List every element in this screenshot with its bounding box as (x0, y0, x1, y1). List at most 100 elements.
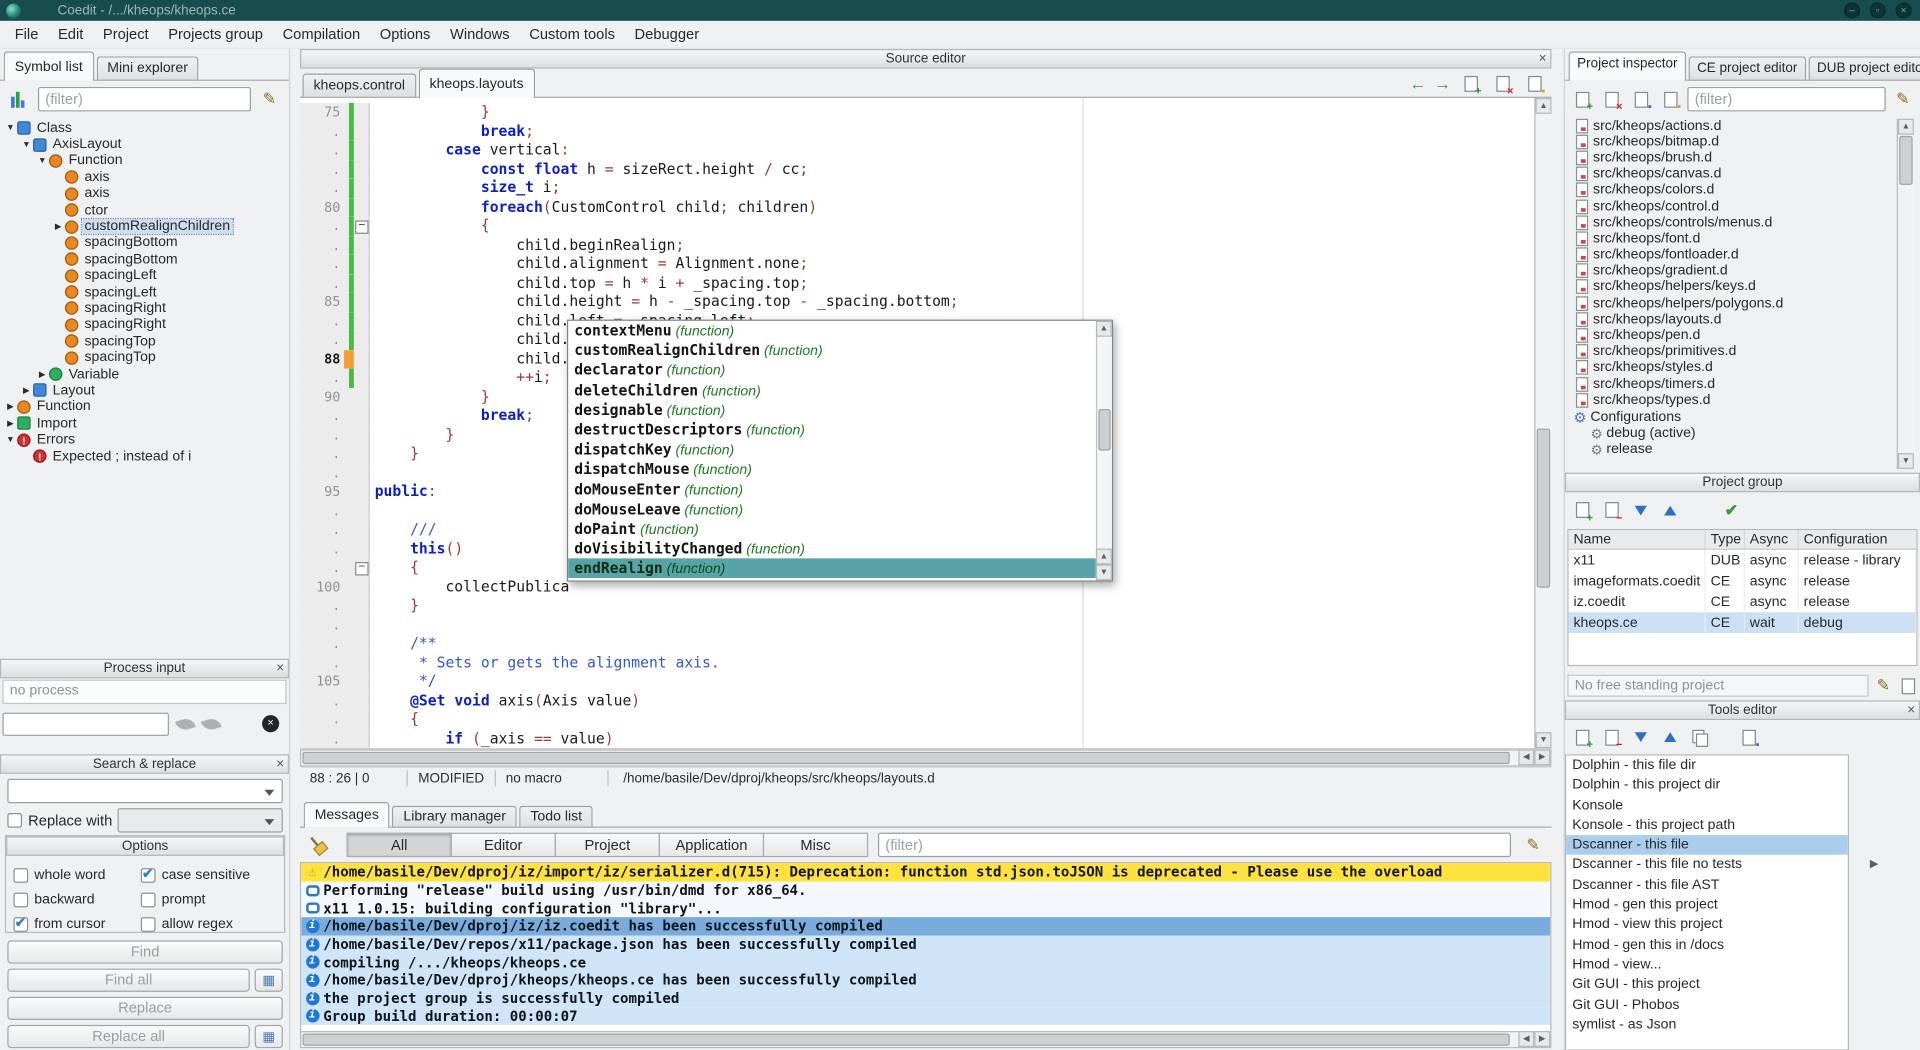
scroll-up-icon[interactable]: ▲ (1536, 98, 1552, 114)
editor-line[interactable]: . break; (300, 122, 1534, 141)
completion-item-customrealignchildren[interactable]: customRealignChildren (function) (568, 341, 1096, 361)
completion-item-dispatchkey[interactable]: dispatchKey (function) (568, 440, 1096, 460)
symbol-item-errors[interactable]: ▼!Errors (0, 432, 289, 448)
project-file-src-kheops-types-d[interactable]: src/kheops/types.d (1565, 392, 1920, 408)
move-tool-up-icon[interactable] (1658, 725, 1682, 749)
update-inspector-icon[interactable] (1891, 87, 1915, 111)
messages-filter-input[interactable] (878, 833, 1511, 857)
run-tool-icon[interactable] (1865, 855, 1883, 873)
editor-line[interactable]: . (300, 615, 1534, 634)
tab-ce-project-editor[interactable]: CE project editor (1688, 56, 1805, 80)
menu-debugger[interactable]: Debugger (625, 22, 709, 46)
project-row-iz-coedit[interactable]: iz.coeditCEasyncrelease (1569, 591, 1917, 612)
project-file-src-kheops-actions-d[interactable]: src/kheops/actions.d (1565, 118, 1920, 134)
project-file-src-kheops-helpers-polygons-d[interactable]: src/kheops/helpers/polygons.d (1565, 295, 1920, 311)
symbol-item-spacingleft[interactable]: spacingLeft (0, 268, 289, 284)
project-file-src-kheops-primitives-d[interactable]: src/kheops/primitives.d (1565, 344, 1920, 360)
checkbox-backward[interactable] (13, 893, 28, 908)
completion-item-dopaint[interactable]: doPaint (function) (568, 519, 1096, 539)
refresh-symbols-icon[interactable] (257, 87, 281, 111)
editor-line[interactable]: . size_t i; (300, 179, 1534, 198)
horizontal-splitter[interactable] (300, 789, 1551, 801)
symbol-filter-input[interactable] (38, 87, 251, 111)
fold-collapse-icon[interactable] (354, 217, 369, 236)
add-tool-icon[interactable] (1570, 725, 1594, 749)
new-document-icon[interactable] (1458, 71, 1482, 95)
filter-button-application[interactable]: Application (659, 833, 764, 857)
checkbox-prompt[interactable] (141, 893, 156, 908)
completion-item-endrealign[interactable]: endRealign (function) (568, 559, 1096, 579)
filter-button-editor[interactable]: Editor (451, 833, 556, 857)
scroll-down-icon[interactable]: ▼ (1536, 732, 1552, 748)
message-row[interactable]: /home/basile/Dev/repos/x11/package.json … (301, 935, 1550, 953)
tool-item-dolphin-this-file-dir[interactable]: Dolphin - this file dir (1566, 756, 1848, 776)
project-file-src-kheops-colors-d[interactable]: src/kheops/colors.d (1565, 182, 1920, 198)
scroll-thumb[interactable] (302, 1033, 1509, 1045)
kill-process-icon[interactable] (262, 715, 279, 732)
option-backward[interactable]: backward (13, 888, 105, 912)
scroll-thumb[interactable] (1098, 409, 1110, 451)
tool-item-dscanner-this-file[interactable]: Dscanner - this file (1566, 835, 1848, 855)
send-input-icon[interactable] (175, 716, 196, 732)
completion-item-declarator[interactable]: declarator (function) (568, 360, 1096, 380)
message-row[interactable]: Performing "release" build using /usr/bi… (301, 881, 1550, 899)
configuration-debug-active[interactable]: debug (active) (1565, 426, 1920, 442)
tab-messages[interactable]: Messages (304, 802, 390, 828)
editor-line[interactable]: . if (_axis == value) (300, 729, 1534, 748)
symbol-item-spacingright[interactable]: spacingRight (0, 300, 289, 316)
project-file-src-kheops-font-d[interactable]: src/kheops/font.d (1565, 231, 1920, 247)
project-file-src-kheops-styles-d[interactable]: src/kheops/styles.d (1565, 360, 1920, 376)
configuration-release[interactable]: release (1565, 442, 1920, 458)
symbol-item-spacingright[interactable]: spacingRight (0, 317, 289, 333)
completion-item-dovisibilitychanged[interactable]: doVisibilityChanged (function) (568, 539, 1096, 559)
symbol-item-import[interactable]: ▶Import (0, 415, 289, 431)
symbol-item-customrealignchildren[interactable]: ▶customRealignChildren (0, 218, 289, 234)
tab-symbol-list[interactable]: Symbol list (4, 51, 94, 80)
clone-tool-icon[interactable] (1687, 725, 1711, 749)
project-row-kheops-ce[interactable]: kheops.ceCEwaitdebug (1569, 612, 1917, 633)
editor-line[interactable]: . } (300, 596, 1534, 615)
symbol-item-expected-instead-of-i[interactable]: !Expected ; instead of i (0, 448, 289, 464)
filter-button-misc[interactable]: Misc (763, 833, 868, 857)
tab-todo-list[interactable]: Todo list (519, 806, 593, 828)
editor-line[interactable]: 105 */ (300, 672, 1534, 691)
add-source-icon[interactable] (1570, 87, 1594, 111)
project-file-src-kheops-pen-d[interactable]: src/kheops/pen.d (1565, 327, 1920, 343)
replace-all-list-icon[interactable] (255, 1025, 283, 1048)
symbol-item-axislayout[interactable]: ▼AxisLayout (0, 136, 289, 152)
search-term-combo[interactable] (7, 779, 283, 803)
scroll-down-icon[interactable]: ▼ (1898, 453, 1914, 469)
tab-project-inspector[interactable]: Project inspector (1569, 51, 1686, 80)
tool-item-git-gui-this-project[interactable]: Git GUI - this project (1566, 975, 1848, 995)
editor-line[interactable]: . /** (300, 634, 1534, 653)
remove-tool-icon[interactable] (1599, 725, 1623, 749)
column-header-configuration[interactable]: Configuration (1799, 530, 1917, 548)
collapse-arrow-icon[interactable]: ▼ (36, 157, 49, 166)
tool-item-hmod-view-this-project[interactable]: Hmod - view this project (1566, 915, 1848, 935)
project-file-src-kheops-control-d[interactable]: src/kheops/control.d (1565, 198, 1920, 214)
editor-hscrollbar[interactable]: ◀ ▶ (300, 749, 1551, 766)
tool-item-hmod-gen-this-project[interactable]: Hmod - gen this project (1566, 895, 1848, 915)
messages-hscrollbar[interactable]: ◀ ▶ (300, 1031, 1551, 1048)
inspector-filter-input[interactable] (1687, 87, 1885, 111)
previous-document-icon[interactable]: ← (1409, 75, 1426, 92)
editor-line[interactable]: . child.top = h * i + _spacing.top; (300, 274, 1534, 293)
menu-project[interactable]: Project (93, 22, 158, 46)
editor-line[interactable]: . { (300, 710, 1534, 729)
replace-term-combo[interactable] (118, 808, 283, 832)
option-prompt[interactable]: prompt (141, 888, 250, 912)
message-row[interactable]: compiling /.../kheops/kheops.ce (301, 953, 1550, 971)
maximize-icon[interactable] (1870, 2, 1886, 18)
tool-item-dscanner-this-file-no-tests[interactable]: Dscanner - this file no tests (1566, 855, 1848, 875)
tab-mini-explorer[interactable]: Mini explorer (96, 56, 199, 80)
remove-project-icon[interactable] (1599, 498, 1623, 522)
menu-custom-tools[interactable]: Custom tools (519, 22, 624, 46)
scroll-down-icon[interactable]: ▼ (1096, 564, 1112, 580)
option-whole-word[interactable]: whole word (13, 863, 105, 887)
replace-with-checkbox[interactable] (7, 813, 22, 828)
tab-library-manager[interactable]: Library manager (392, 806, 517, 828)
process-input-field[interactable] (2, 712, 169, 735)
scroll-left-icon[interactable]: ◀ (1518, 1031, 1534, 1047)
editor-line[interactable]: . case vertical: (300, 141, 1534, 160)
completion-item-domouseleave[interactable]: doMouseLeave (function) (568, 499, 1096, 519)
